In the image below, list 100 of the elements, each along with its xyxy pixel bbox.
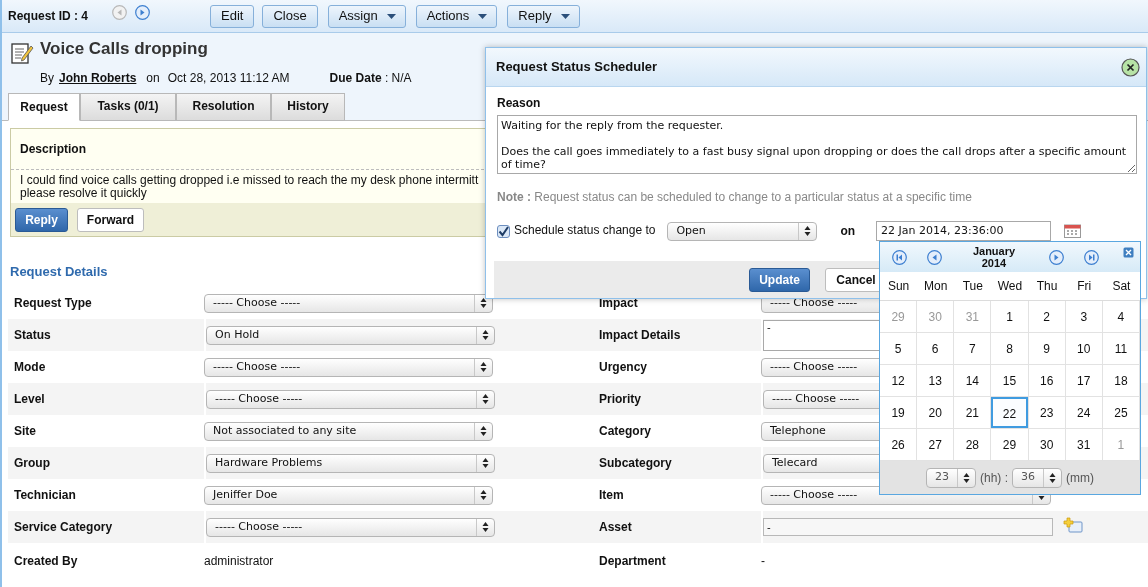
day-cell[interactable]: 19 [880, 397, 918, 429]
day-cell[interactable]: 16 [1028, 365, 1066, 397]
button[interactable]: Forward [77, 207, 144, 232]
button[interactable]: Reply [15, 207, 68, 232]
day-cell[interactable]: 22 [991, 397, 1029, 429]
day-cell[interactable]: 21 [954, 397, 992, 429]
day-cell[interactable]: 28 [954, 429, 992, 461]
day-cell[interactable]: 9 [1028, 333, 1066, 365]
date-input-field[interactable]: 22 Jan 2014, 23:36:00 [876, 221, 1052, 241]
day-cell[interactable]: 25 [1102, 397, 1140, 429]
day-cell[interactable]: 29 [991, 429, 1029, 461]
field-label: Urgency [599, 359, 648, 376]
day-cell[interactable]: 18 [1102, 365, 1140, 397]
day-cell[interactable]: 1 [991, 301, 1029, 333]
button[interactable]: Update [749, 267, 810, 292]
description-text: I could find voice calls getting dropped i.e missed to reach the my desk phone intermitt [20, 174, 479, 187]
dropdown[interactable]: ----- Choose ----- [204, 293, 493, 313]
updown-arrows-icon [804, 226, 812, 236]
dropdown[interactable]: ----- Choose ----- [206, 517, 495, 537]
day-cell[interactable]: 12 [880, 365, 918, 397]
created-date: Oct 28, 2013 11:12 AM [167, 70, 290, 87]
day-cell[interactable]: 8 [991, 333, 1029, 365]
field-label: Created By [14, 553, 78, 570]
reason-text-area[interactable]: Waiting for the reply from the requester. Does the call goes immediately to a fast busy signal upon dropping or does the call drops after a specific amount of time? [497, 115, 1137, 174]
field-label: Subcategory [599, 455, 672, 472]
checkbox-label: Schedule status change to [514, 222, 656, 239]
section-heading: Request Details [10, 263, 108, 278]
by-label: By [40, 70, 54, 87]
dropdown[interactable]: Not associated to any site [204, 421, 493, 441]
author-link[interactable]: John Roberts [59, 69, 137, 87]
toolbar-button[interactable]: Close [262, 4, 318, 28]
dropdown[interactable]: ----- Choose ----- [204, 357, 493, 377]
day-cell[interactable]: 10 [1065, 333, 1103, 365]
month-label: January [971, 245, 1017, 257]
add-card-icon [1063, 517, 1083, 533]
close-icon[interactable] [1121, 57, 1140, 77]
day-cell[interactable]: 27 [917, 429, 955, 461]
field-label: Impact [599, 295, 638, 312]
day-cell[interactable]: 5 [880, 333, 918, 365]
tab[interactable]: History [271, 93, 345, 121]
toolbar-button[interactable]: Edit [210, 4, 255, 28]
dropdown[interactable]: 36 [1012, 467, 1062, 488]
day-cell[interactable]: 23 [1028, 397, 1066, 429]
dropdown[interactable]: ----- Choose ----- [206, 389, 495, 409]
year-label: 2014 [980, 257, 1008, 269]
checkbox[interactable] [497, 224, 510, 238]
updown-arrows-icon [1049, 472, 1056, 483]
last-icon[interactable] [1084, 249, 1099, 265]
dropdown[interactable]: Hardware Problems [206, 453, 495, 473]
menu-button[interactable]: Assign [327, 4, 406, 28]
tab[interactable]: Request [8, 93, 80, 121]
field-label: Asset [599, 519, 632, 536]
day-cell[interactable]: 3 [1065, 301, 1103, 333]
day-cell[interactable]: 26 [880, 429, 918, 461]
next-icon[interactable] [135, 4, 150, 20]
day-cell[interactable]: 6 [917, 333, 955, 365]
day-cell[interactable]: 20 [917, 397, 955, 429]
description-heading: Description [20, 141, 86, 158]
day-cell[interactable]: 2 [1028, 301, 1066, 333]
request-id-label: Request ID : 4 [8, 8, 89, 25]
field-label: Technician [14, 487, 76, 504]
description-text: please resolve it quickly [20, 187, 147, 200]
due-date: Due Date : N/A [329, 70, 412, 87]
field-label: Priority [599, 391, 641, 408]
request-title: Voice Calls dropping [40, 39, 209, 59]
tab[interactable]: Resolution [176, 93, 271, 121]
dropdown[interactable]: 23 [926, 467, 976, 488]
updown-arrows-icon [482, 522, 489, 532]
field-label: Service Category [14, 519, 113, 536]
calendar-icon[interactable] [1064, 224, 1082, 238]
first-icon[interactable] [892, 249, 907, 265]
input-field[interactable]: - [763, 518, 1053, 536]
day-cell[interactable]: 30 [1028, 429, 1066, 461]
dropdown[interactable]: Open [667, 221, 818, 241]
previous-icon[interactable] [927, 249, 942, 265]
day-cell[interactable]: 7 [954, 333, 992, 365]
dropdown[interactable]: Jeniffer Doe [204, 485, 493, 505]
day-cell[interactable]: 15 [991, 365, 1029, 397]
updown-arrows-icon [963, 472, 970, 483]
on-label: on [146, 70, 160, 87]
note-text: Note : Request status can be scheduled to change to a particular status at a specific time [497, 189, 973, 206]
day-cell[interactable]: 31 [1065, 429, 1103, 461]
field-label: Impact Details [599, 327, 681, 344]
day-cell[interactable]: 4 [1102, 301, 1140, 333]
day-cell[interactable]: 17 [1065, 365, 1103, 397]
next-icon[interactable] [1049, 249, 1064, 265]
tab[interactable]: Tasks (0/1) [80, 93, 176, 121]
caret-icon [478, 13, 488, 19]
updown-arrows-icon [482, 458, 489, 468]
caret-icon [386, 13, 396, 19]
updown-arrows-icon [482, 330, 489, 340]
on-label: on [840, 223, 856, 240]
day-cell[interactable]: 11 [1102, 333, 1140, 365]
day-cell[interactable]: 24 [1065, 397, 1103, 429]
field-label: Item [599, 487, 624, 504]
day-cell[interactable]: 14 [954, 365, 992, 397]
dropdown[interactable]: On Hold [206, 325, 495, 345]
day-cell[interactable]: 13 [917, 365, 955, 397]
menu-button[interactable]: Reply [507, 4, 580, 28]
menu-button[interactable]: Actions [415, 4, 498, 28]
